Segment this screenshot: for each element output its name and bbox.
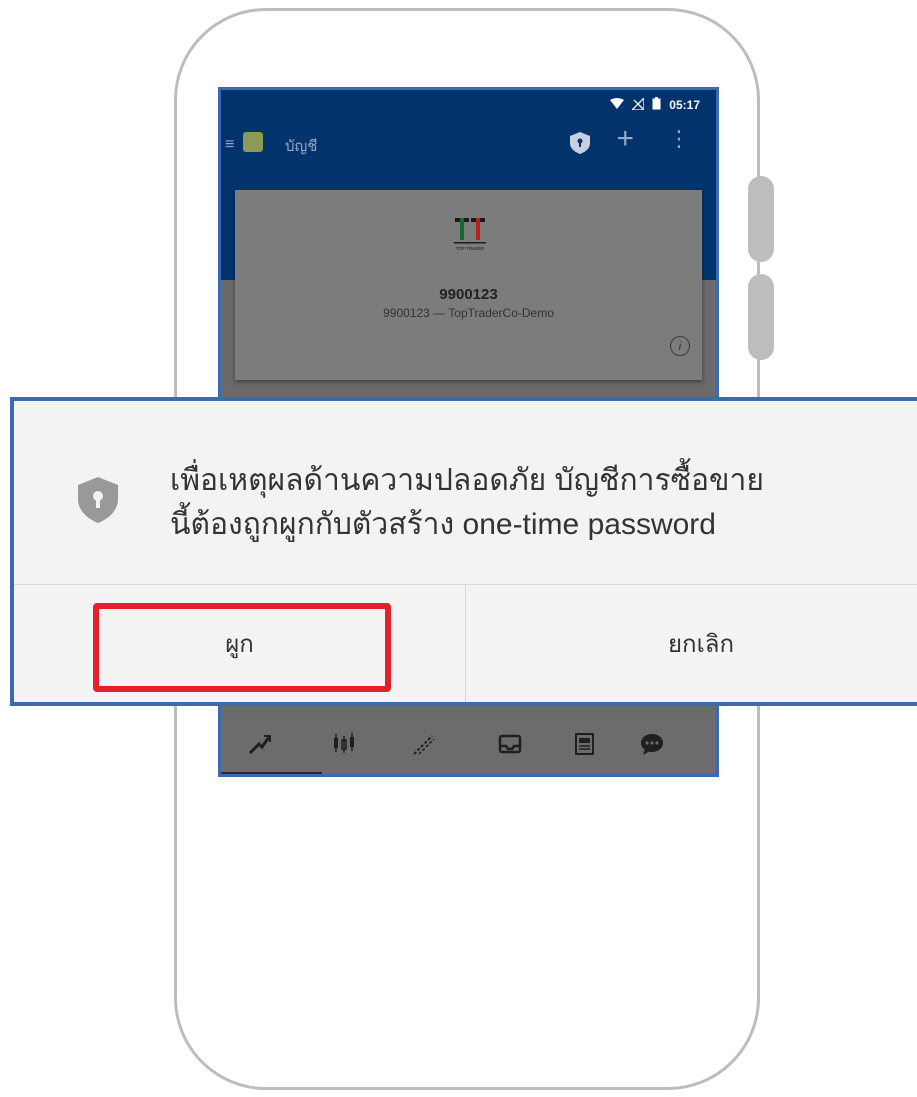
status-time: 05:17 [669,98,700,112]
volume-up-button [748,176,774,262]
account-card[interactable]: TOP TRADER 9900123 9900123 — TopTraderCo… [235,190,702,380]
account-server: 9900123 — TopTraderCo-Demo [383,306,554,320]
top-trader-logo: TOP TRADER [454,218,486,251]
menu-icon[interactable]: ≡ [225,136,234,154]
dialog-message: เพื่อเหตุผลด้านความปลอดภัย บัญชีการซื้อข… [170,459,910,547]
wifi-icon [610,97,625,113]
history-icon[interactable] [411,731,437,757]
news-icon[interactable] [571,731,597,757]
inbox-icon[interactable] [497,731,523,757]
no-signal-icon [630,95,645,113]
dialog-message-line1: เพื่อเหตุผลด้านความปลอดภัย บัญชีการซื้อข… [170,464,764,497]
add-account-icon[interactable]: + [616,124,634,154]
highlight-box [93,603,391,692]
chat-icon[interactable] [639,731,665,757]
page-title: บัญชี [285,138,318,155]
app-bar: ≡ บัญชี + ⋮ [221,118,716,188]
volume-down-button [748,274,774,360]
battery-icon [652,97,661,113]
info-icon[interactable]: i [670,336,690,356]
trade-icon[interactable] [247,731,273,757]
more-options-icon[interactable]: ⋮ [668,128,690,150]
account-number: 9900123 [439,286,498,303]
dialog-message-line2: นี้ต้องถูกผูกกับตัวสร้าง one-time passwo… [170,508,716,541]
nav-selected-indicator [221,772,322,774]
app-logo-icon [243,132,263,152]
shield-otp-icon[interactable] [570,132,590,159]
shield-lock-icon [78,477,118,523]
bottom-nav [221,714,716,774]
status-bar: 05:17 [221,90,716,118]
svg-text:TOP TRADER: TOP TRADER [456,246,486,251]
chart-icon[interactable] [331,731,357,757]
cancel-button[interactable]: ยกเลิก [466,585,917,702]
